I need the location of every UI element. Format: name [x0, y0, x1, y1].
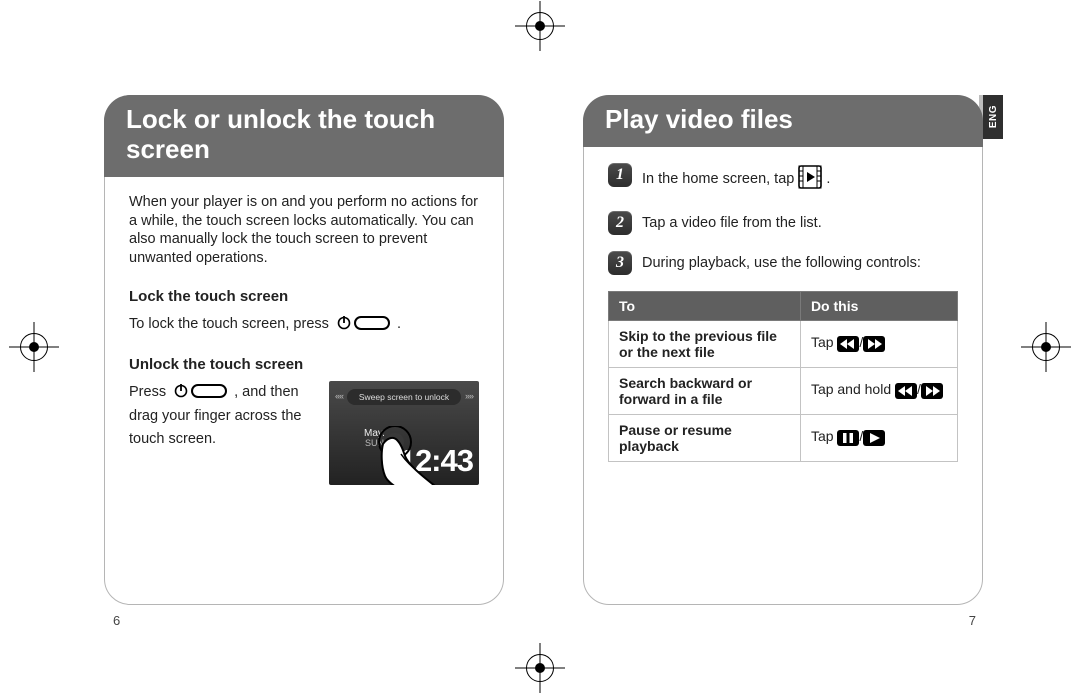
- pause-icon: [837, 430, 859, 449]
- step-2: 2 Tap a video file from the list.: [608, 211, 958, 235]
- lock-text-a: To lock the touch screen, press: [129, 316, 333, 332]
- page-title: Play video files: [583, 95, 983, 147]
- cell-do: Tap /: [800, 415, 957, 462]
- step-3-text: During playback, use the following contr…: [642, 251, 958, 273]
- unlock-block: Press , and then drag your finger across…: [129, 381, 479, 485]
- fastforward-icon: [921, 383, 943, 402]
- step-1: 1 In the home screen, tap .: [608, 163, 958, 195]
- language-tab-label: ENG: [988, 105, 999, 128]
- table-row: Search backward or forward in a file Tap…: [609, 368, 958, 415]
- step-1-text: In the home screen, tap .: [642, 163, 958, 195]
- power-button-icon: [172, 382, 228, 400]
- rewind-icon: [837, 336, 859, 355]
- step-badge-3: 3: [608, 251, 632, 275]
- table-header-row: To Do this: [609, 292, 958, 321]
- step1-b: .: [826, 171, 830, 187]
- manual-spread: Lock or unlock the touch screen When you…: [0, 0, 1080, 694]
- registration-mark-left: [20, 333, 48, 361]
- page-7: ENG Play video files 1 In the home scree…: [583, 95, 983, 605]
- arrows-left-icon: ‹‹‹‹: [335, 391, 343, 401]
- controls-table: To Do this Skip to the previous file or …: [608, 291, 958, 462]
- step-badge-2: 2: [608, 211, 632, 235]
- page-title: Lock or unlock the touch screen: [104, 95, 504, 177]
- table-row: Pause or resume playback Tap /: [609, 415, 958, 462]
- unlock-heading: Unlock the touch screen: [129, 356, 479, 373]
- step1-a: In the home screen, tap: [642, 171, 798, 187]
- step-3: 3 During playback, use the following con…: [608, 251, 958, 275]
- cell-to: Pause or resume playback: [609, 415, 801, 462]
- page-number: 6: [113, 613, 120, 628]
- finger-illustration: [359, 426, 437, 485]
- video-app-icon: [798, 165, 822, 195]
- unlock-instruction: Press , and then drag your finger across…: [129, 381, 317, 451]
- rewind-icon: [895, 383, 917, 402]
- r2-do-a: Tap and hold: [811, 381, 895, 397]
- r1-do-a: Tap: [811, 334, 837, 350]
- arrows-right-icon: ››››: [465, 391, 473, 401]
- cell-to: Search backward or forward in a file: [609, 368, 801, 415]
- lock-text-b: .: [397, 316, 401, 332]
- step-badge-1: 1: [608, 163, 632, 187]
- power-button-icon: [335, 314, 391, 332]
- table-row: Skip to the previous file or the next fi…: [609, 321, 958, 368]
- language-tab: ENG: [983, 95, 1003, 139]
- fastforward-icon: [863, 336, 885, 355]
- cell-do: Tap /: [800, 321, 957, 368]
- page-number: 7: [969, 613, 976, 628]
- sweep-label: Sweep screen to unlock: [347, 389, 461, 405]
- registration-mark-right: [1032, 333, 1060, 361]
- col-do: Do this: [800, 292, 957, 321]
- r3-do-a: Tap: [811, 428, 837, 444]
- cell-to: Skip to the previous file or the next fi…: [609, 321, 801, 368]
- unlock-text-a: Press: [129, 384, 170, 400]
- col-to: To: [609, 292, 801, 321]
- intro-paragraph: When your player is on and you perform n…: [129, 193, 479, 268]
- page-6: Lock or unlock the touch screen When you…: [104, 95, 504, 605]
- lock-instruction: To lock the touch screen, press .: [129, 313, 479, 336]
- cell-do: Tap and hold /: [800, 368, 957, 415]
- step-2-text: Tap a video file from the list.: [642, 211, 958, 233]
- registration-mark-bottom: [526, 654, 554, 682]
- registration-mark-top: [526, 12, 554, 40]
- play-icon: [863, 430, 885, 449]
- lockscreen-illustration: ‹‹‹‹ ›››› Sweep screen to unlock May. SU…: [329, 381, 479, 485]
- lock-heading: Lock the touch screen: [129, 288, 479, 305]
